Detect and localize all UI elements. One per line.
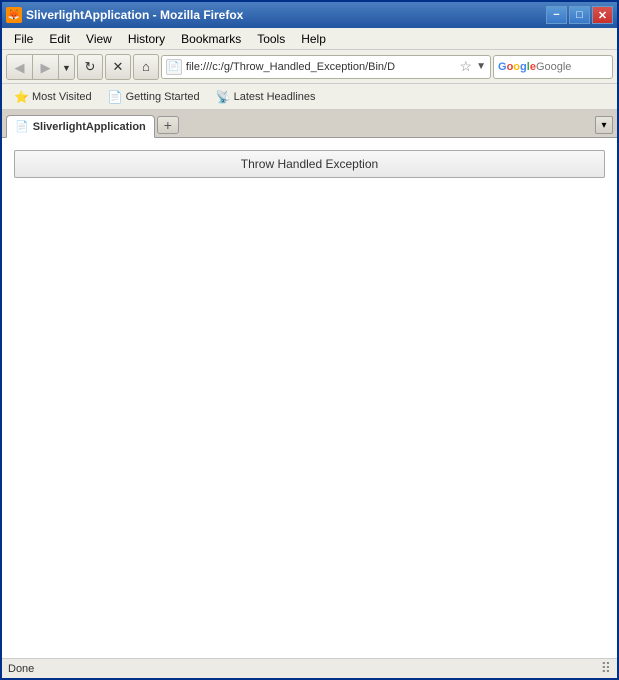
bookmark-star-icon[interactable]: ☆ bbox=[460, 58, 473, 75]
latest-headlines-icon: 📡 bbox=[216, 90, 231, 104]
menu-bar: File Edit View History Bookmarks Tools H… bbox=[2, 28, 617, 50]
menu-bookmarks[interactable]: Bookmarks bbox=[173, 30, 249, 48]
menu-view[interactable]: View bbox=[78, 30, 120, 48]
reload-button[interactable]: ↻ bbox=[77, 54, 103, 80]
address-bar: 📄 file:///c:/g/Throw_Handled_Exception/B… bbox=[161, 55, 491, 79]
search-box: Google 🔍 bbox=[493, 55, 613, 79]
firefox-icon: 🦊 bbox=[6, 7, 22, 23]
tab-scroll-button[interactable]: ▾ bbox=[595, 116, 613, 134]
getting-started-icon: 📄 bbox=[108, 90, 123, 104]
address-text[interactable]: file:///c:/g/Throw_Handled_Exception/Bin… bbox=[186, 61, 456, 73]
menu-edit[interactable]: Edit bbox=[41, 30, 78, 48]
back-button[interactable]: ◀ bbox=[7, 55, 33, 80]
menu-tools[interactable]: Tools bbox=[249, 30, 293, 48]
throw-exception-button[interactable]: Throw Handled Exception bbox=[14, 150, 605, 178]
tab-label: SliverlightApplication bbox=[33, 121, 146, 133]
tab-bar: 📄 SliverlightApplication + ▾ bbox=[2, 110, 617, 138]
back-forward-group: ◀ ▶ ▼ bbox=[6, 54, 75, 80]
status-bar: Done ⠿ bbox=[2, 658, 617, 678]
page-icon: 📄 bbox=[166, 59, 182, 75]
bookmark-latest-headlines[interactable]: 📡 Latest Headlines bbox=[210, 88, 322, 106]
title-bar: 🦊 SliverlightApplication - Mozilla Firef… bbox=[2, 2, 617, 28]
close-button[interactable]: ✕ bbox=[592, 6, 613, 24]
tab-main[interactable]: 📄 SliverlightApplication bbox=[6, 115, 155, 138]
menu-help[interactable]: Help bbox=[293, 30, 334, 48]
window-controls: − □ ✕ bbox=[546, 6, 613, 24]
status-text: Done bbox=[8, 663, 34, 675]
nav-dropdown-button[interactable]: ▼ bbox=[59, 55, 74, 80]
most-visited-label: Most Visited bbox=[32, 91, 92, 103]
menu-file[interactable]: File bbox=[6, 30, 41, 48]
tab-page-icon: 📄 bbox=[15, 120, 29, 133]
minimize-button[interactable]: − bbox=[546, 6, 567, 24]
home-button[interactable]: ⌂ bbox=[133, 54, 159, 80]
nav-bar: ◀ ▶ ▼ ↻ ✕ ⌂ 📄 file:///c:/g/Throw_Handled… bbox=[2, 50, 617, 84]
most-visited-icon: ⭐ bbox=[14, 90, 29, 104]
search-input[interactable] bbox=[536, 61, 619, 73]
getting-started-label: Getting Started bbox=[126, 91, 200, 103]
resize-handle-icon: ⠿ bbox=[601, 660, 611, 677]
address-dropdown-icon[interactable]: ▼ bbox=[476, 61, 486, 72]
google-logo: Google bbox=[498, 61, 536, 73]
bookmarks-bar: ⭐ Most Visited 📄 Getting Started 📡 Lates… bbox=[2, 84, 617, 110]
browser-window: 🦊 SliverlightApplication - Mozilla Firef… bbox=[0, 0, 619, 680]
window-title: SliverlightApplication - Mozilla Firefox bbox=[26, 8, 546, 22]
latest-headlines-label: Latest Headlines bbox=[234, 91, 316, 103]
maximize-button[interactable]: □ bbox=[569, 6, 590, 24]
content-area: Throw Handled Exception bbox=[2, 138, 617, 658]
bookmark-most-visited[interactable]: ⭐ Most Visited bbox=[8, 88, 98, 106]
forward-button[interactable]: ▶ bbox=[33, 55, 59, 80]
bookmark-getting-started[interactable]: 📄 Getting Started bbox=[102, 88, 206, 106]
new-tab-button[interactable]: + bbox=[157, 116, 179, 134]
stop-button[interactable]: ✕ bbox=[105, 54, 131, 80]
menu-history[interactable]: History bbox=[120, 30, 173, 48]
